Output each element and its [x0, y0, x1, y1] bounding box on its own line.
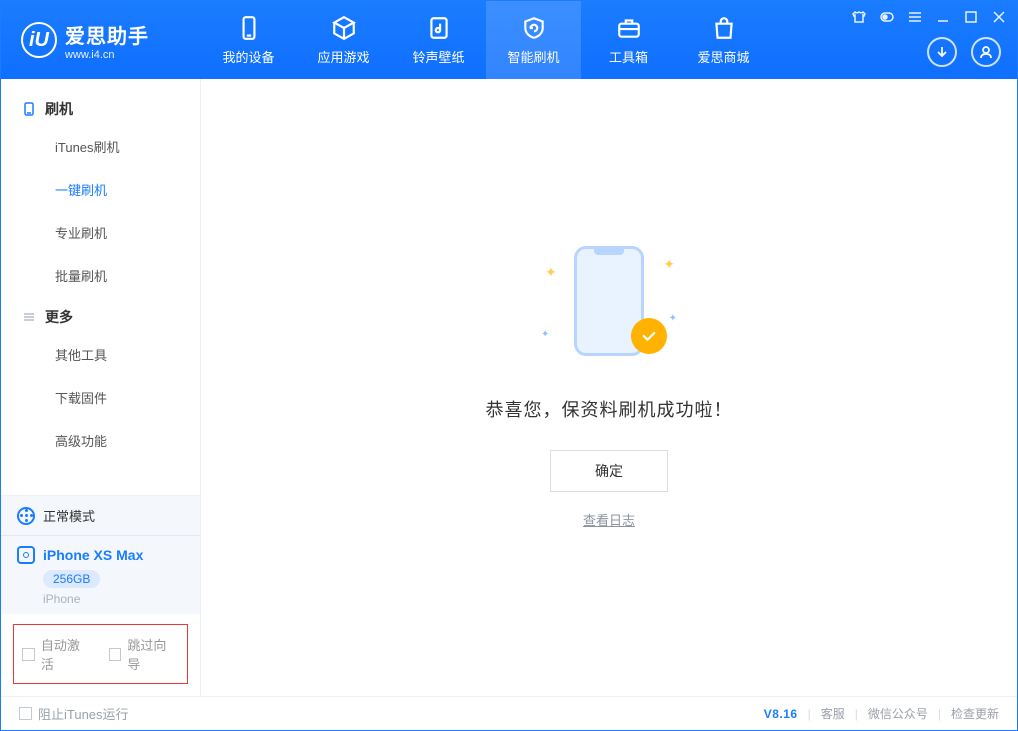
app-window: iU 爱思助手 www.i4.cn 我的设备 应用游戏 铃声壁纸 智能刷机: [0, 0, 1018, 731]
content-area: ✦ ✦ ✦ ✦ 恭喜您，保资料刷机成功啦！ 确定 查看日志: [201, 79, 1017, 696]
ok-button[interactable]: 确定: [550, 450, 668, 492]
sparkle-icon: ✦: [541, 329, 549, 340]
tab-label: 工具箱: [609, 47, 648, 66]
checkbox-auto-activate[interactable]: 自动激活: [22, 635, 93, 673]
tab-label: 智能刷机: [507, 47, 559, 66]
check-update-link[interactable]: 检查更新: [951, 705, 999, 722]
sidebar-item-other-tools[interactable]: 其他工具: [1, 333, 200, 376]
tab-label: 铃声壁纸: [412, 47, 464, 66]
checkbox-skip-guide[interactable]: 跳过向导: [109, 635, 180, 673]
success-illustration: ✦ ✦ ✦ ✦: [539, 246, 679, 366]
tab-store[interactable]: 爱思商城: [676, 1, 771, 79]
sidebar-item-pro-flash[interactable]: 专业刷机: [1, 211, 200, 254]
cube-icon: [331, 15, 357, 41]
sidebar-group-flash: 刷机: [1, 89, 200, 125]
list-icon: [21, 309, 37, 325]
statusbar: 阻止iTunes运行 V8.16 | 客服 | 微信公众号 | 检查更新: [1, 696, 1017, 730]
device-row[interactable]: iPhone XS Max 256GB iPhone: [1, 535, 200, 614]
mode-icon: [17, 507, 35, 525]
support-link[interactable]: 客服: [821, 705, 845, 722]
briefcase-icon: [616, 15, 642, 41]
device-small-icon: [17, 546, 35, 564]
tab-toolbox[interactable]: 工具箱: [581, 1, 676, 79]
tab-apps-games[interactable]: 应用游戏: [296, 1, 391, 79]
tab-my-device[interactable]: 我的设备: [201, 1, 296, 79]
version-label: V8.16: [764, 707, 798, 721]
logo-text: 爱思助手 www.i4.cn: [65, 20, 149, 61]
sparkle-icon: ✦: [669, 313, 677, 324]
body-area: 刷机 iTunes刷机 一键刷机 专业刷机 批量刷机 更多 其他工具 下载固件 …: [1, 79, 1017, 696]
mode-label: 正常模式: [43, 506, 95, 525]
mode-row[interactable]: 正常模式: [1, 495, 200, 535]
device-type: iPhone: [43, 592, 184, 606]
titlebar-actions: [927, 37, 1001, 67]
minimize-icon[interactable]: [935, 9, 951, 25]
checkbox-icon: [22, 648, 35, 661]
sparkle-icon: ✦: [545, 264, 557, 281]
sidebar-item-batch-flash[interactable]: 批量刷机: [1, 254, 200, 297]
sidebar-item-itunes-flash[interactable]: iTunes刷机: [1, 125, 200, 168]
shopping-bag-icon: [711, 15, 737, 41]
wechat-link[interactable]: 微信公众号: [868, 705, 928, 722]
app-url: www.i4.cn: [65, 49, 149, 61]
tab-smart-flash[interactable]: 智能刷机: [486, 1, 581, 79]
sidebar-item-download-firmware[interactable]: 下载固件: [1, 376, 200, 419]
sidebar: 刷机 iTunes刷机 一键刷机 专业刷机 批量刷机 更多 其他工具 下载固件 …: [1, 79, 201, 696]
device-name: iPhone XS Max: [43, 547, 143, 563]
sidebar-group-more: 更多: [1, 297, 200, 333]
checkbox-label: 阻止iTunes运行: [38, 704, 129, 723]
sidebar-bottom: 正常模式 iPhone XS Max 256GB iPhone 自动激活: [1, 495, 200, 696]
maximize-icon[interactable]: [963, 9, 979, 25]
user-icon[interactable]: [971, 37, 1001, 67]
separator: |: [938, 707, 941, 721]
download-icon[interactable]: [927, 37, 957, 67]
success-message: 恭喜您，保资料刷机成功啦！: [486, 396, 733, 422]
tab-label: 应用游戏: [317, 47, 369, 66]
menu-icon[interactable]: [907, 9, 923, 25]
checkbox-icon: [19, 707, 32, 720]
separator: |: [808, 707, 811, 721]
tab-label: 我的设备: [222, 47, 274, 66]
titlebar: iU 爱思助手 www.i4.cn 我的设备 应用游戏 铃声壁纸 智能刷机: [1, 1, 1017, 79]
app-name: 爱思助手: [65, 20, 149, 49]
tshirt-icon[interactable]: [851, 9, 867, 25]
close-icon[interactable]: [991, 9, 1007, 25]
checkbox-icon: [109, 648, 122, 661]
window-controls: [851, 9, 1007, 25]
sparkle-icon: ✦: [663, 256, 675, 273]
checkbox-block-itunes[interactable]: 阻止iTunes运行: [19, 704, 129, 723]
view-log-link[interactable]: 查看日志: [583, 510, 635, 529]
tab-ringtones-wallpapers[interactable]: 铃声壁纸: [391, 1, 486, 79]
sidebar-item-advanced[interactable]: 高级功能: [1, 419, 200, 462]
lock-switch-icon[interactable]: [879, 9, 895, 25]
check-badge-icon: [631, 318, 667, 354]
sidebar-nav: 刷机 iTunes刷机 一键刷机 专业刷机 批量刷机 更多 其他工具 下载固件 …: [1, 79, 200, 495]
app-logo-icon: iU: [21, 22, 57, 58]
logo-area: iU 爱思助手 www.i4.cn: [1, 20, 201, 61]
group-label: 刷机: [45, 99, 73, 119]
device-capacity: 256GB: [43, 570, 100, 588]
checkbox-label: 跳过向导: [127, 635, 179, 673]
group-label: 更多: [45, 307, 73, 327]
separator: |: [855, 707, 858, 721]
sidebar-item-onekey-flash[interactable]: 一键刷机: [1, 168, 200, 211]
phone-icon: [236, 15, 262, 41]
device-icon: [21, 101, 37, 117]
tab-label: 爱思商城: [697, 47, 749, 66]
checkbox-label: 自动激活: [41, 635, 93, 673]
music-file-icon: [426, 15, 452, 41]
refresh-shield-icon: [521, 15, 547, 41]
options-highlight: 自动激活 跳过向导: [13, 624, 188, 684]
